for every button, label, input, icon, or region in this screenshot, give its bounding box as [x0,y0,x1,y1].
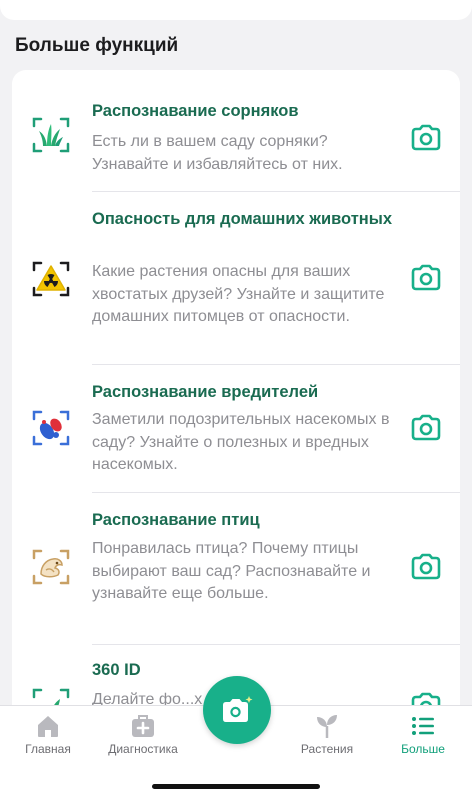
feature-title: Распознавание птиц [92,511,260,529]
tab-label: Диагностика [108,742,178,756]
feature-title: Распознавание сорняков [92,102,299,120]
bird-icon [32,549,70,585]
list-icon [412,717,434,735]
camera-sparkle-icon [223,696,253,722]
feature-description: Заметили подозрительных насекомых в саду… [92,411,390,473]
camera-icon[interactable] [409,550,443,584]
tab-label: Главная [25,742,71,756]
camera-icon[interactable] [409,121,443,155]
features-card: Распознавание сорняков Есть ли в вашем с… [12,70,460,770]
pet-hazard-icon [32,261,70,297]
tab-diagnostics[interactable]: Диагностика [98,712,188,756]
home-indicator [152,784,320,789]
feature-title: Распознавание вредителей [92,383,319,401]
section-title: Больше функций [15,35,179,56]
weed-icon [32,117,70,153]
top-bar [0,0,472,20]
feature-pest-identification[interactable]: Распознавание вредителей Заметили подозр… [12,365,460,493]
feature-title: Опасность для домашних животных [92,210,393,228]
feature-description: Есть ли в вашем саду сорняки? Узнавайте … [92,133,343,173]
camera-scan-button[interactable] [203,676,271,744]
home-icon [38,716,58,737]
camera-icon[interactable] [409,411,443,445]
feature-bird-identification[interactable]: Распознавание птиц Понравилась птица? По… [12,493,460,645]
feature-description: Понравилась птица? Почему птицы выбирают… [92,540,371,602]
feature-description: Какие растения опасны для ваших хвостаты… [92,263,385,325]
tab-label: Больше [401,742,445,756]
pest-icon [32,410,70,446]
tab-more[interactable]: Больше [378,712,468,756]
tab-plants[interactable]: Растения [282,712,372,756]
medical-kit-icon [132,715,154,737]
feature-pet-hazard[interactable]: Опасность для домашних животных Какие ра… [12,192,460,365]
tab-home[interactable]: Главная [3,712,93,756]
feature-weed-identification[interactable]: Распознавание сорняков Есть ли в вашем с… [12,70,460,192]
camera-icon[interactable] [409,261,443,295]
tab-label: Растения [300,742,354,756]
sprout-icon [317,715,337,738]
